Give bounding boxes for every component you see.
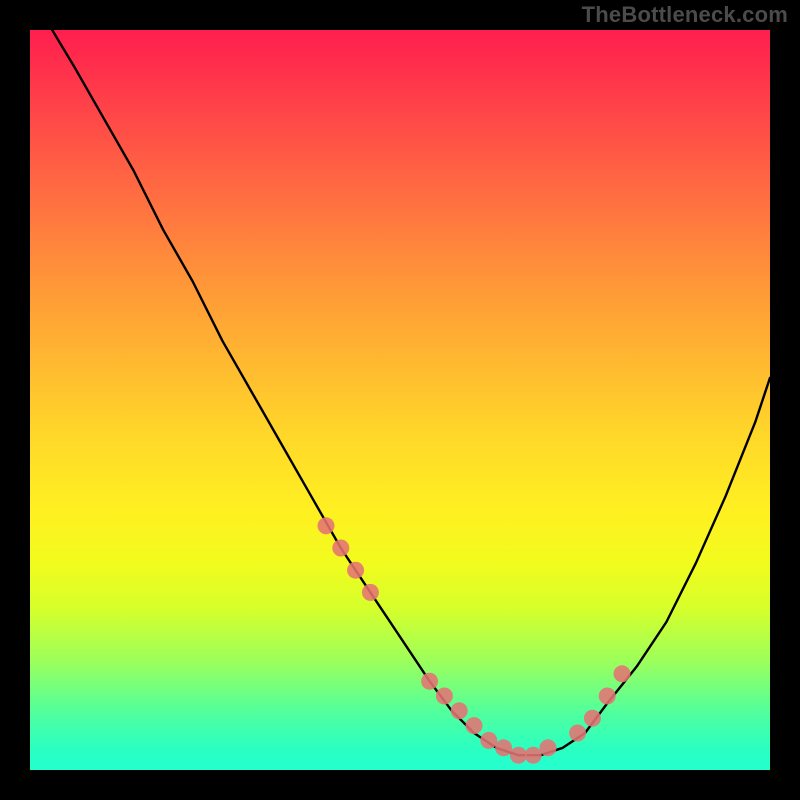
plot-area	[30, 30, 770, 770]
marker-dot	[599, 688, 616, 705]
marker-dot	[525, 747, 542, 764]
marker-dot	[451, 702, 468, 719]
marker-dot	[569, 725, 586, 742]
marker-dot	[436, 688, 453, 705]
curve-svg	[30, 30, 770, 770]
marker-dot	[318, 517, 335, 534]
marker-dot	[466, 717, 483, 734]
marker-dot	[332, 540, 349, 557]
marker-dot	[362, 584, 379, 601]
marker-dot	[614, 665, 631, 682]
marker-dot	[480, 732, 497, 749]
marker-dot	[421, 673, 438, 690]
watermark-text: TheBottleneck.com	[582, 2, 788, 28]
chart-frame: TheBottleneck.com	[0, 0, 800, 800]
marker-dot	[584, 710, 601, 727]
marker-dot	[347, 562, 364, 579]
bottleneck-curve-path	[52, 30, 770, 755]
marker-dot	[510, 747, 527, 764]
marker-dot	[540, 739, 557, 756]
marker-dot	[495, 739, 512, 756]
marker-dots	[318, 517, 631, 763]
